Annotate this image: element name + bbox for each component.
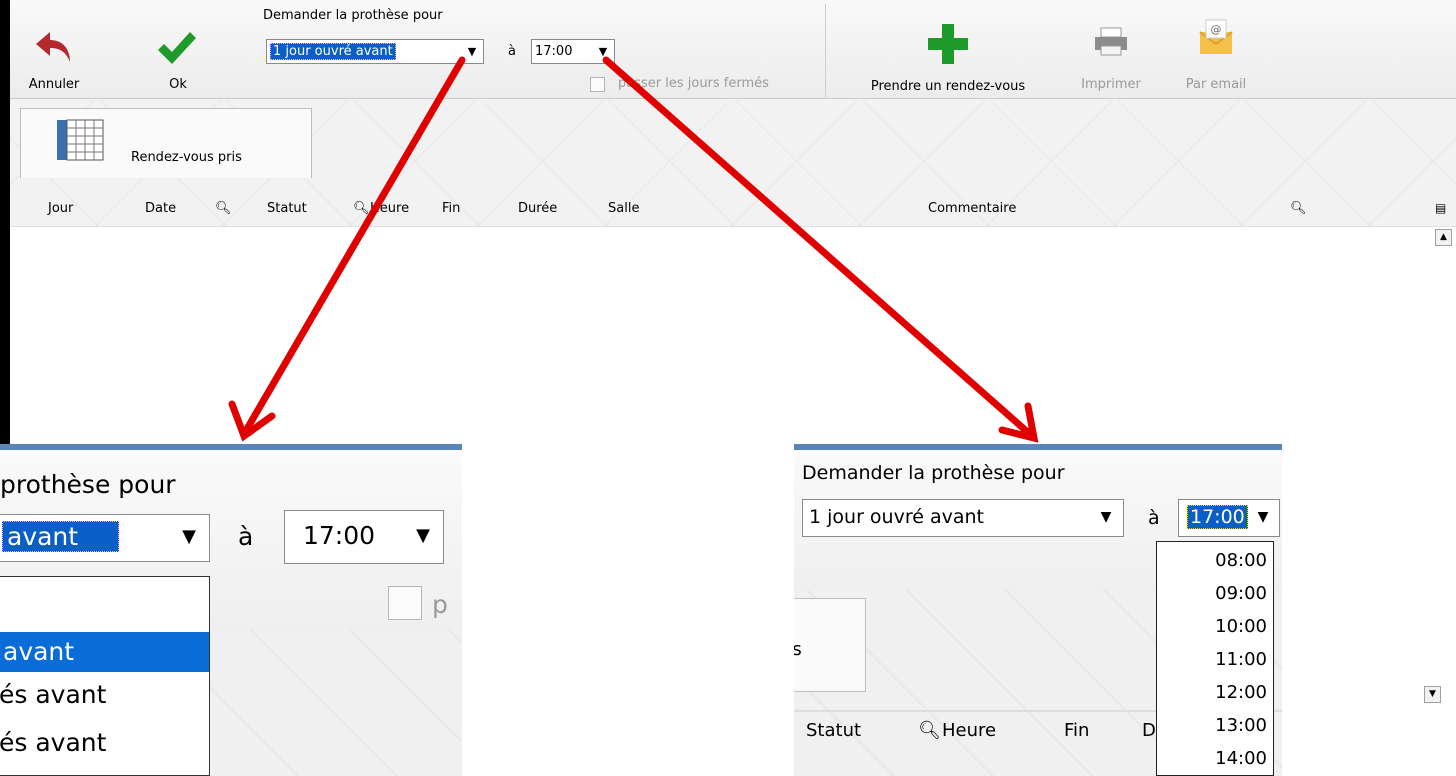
email-button[interactable]: @ Par email	[1176, 6, 1256, 92]
search-icon[interactable]: 🔍︎	[1290, 201, 1307, 216]
time-option[interactable]: 14:00	[1157, 748, 1273, 774]
zoom-delay-select[interactable]: avant ▼	[0, 514, 210, 562]
time-option[interactable]: 08:00	[1157, 550, 1273, 576]
chevron-down-icon: ▼	[467, 45, 477, 58]
column-chooser-icon[interactable]: ▤	[1435, 201, 1446, 215]
zoom-skip-checkbox[interactable]	[388, 586, 422, 620]
toolbar: Annuler Ok Demander la prothèse pour 1 j…	[10, 0, 1456, 99]
table-header: Jour Date 🔍︎ Statut 🔍︎ Heure Fin Durée S…	[10, 198, 1456, 226]
zoom-callout-time: Demander la prothèse pour 1 jour ouvré a…	[794, 444, 1282, 776]
zoom-col-heure: Heure	[942, 720, 997, 741]
search-icon[interactable]: 🔍︎	[353, 201, 370, 216]
tab-label: Rendez-vous pris	[131, 150, 242, 165]
chevron-down-icon: ▼	[1100, 509, 1112, 525]
time-select[interactable]: 17:00 ▼	[531, 39, 615, 64]
zoom-time-select[interactable]: 17:00 ▼	[284, 510, 444, 564]
delay-dropdown-list[interactable]: avant és avant és avant	[0, 576, 210, 776]
zoom-skip-label: p	[432, 590, 448, 619]
time-option[interactable]: 09:00	[1157, 583, 1273, 609]
col-commentaire[interactable]: Commentaire	[928, 201, 1016, 216]
time-option[interactable]: 10:00	[1157, 616, 1273, 642]
delay-option[interactable]: és avant	[0, 675, 209, 715]
at-label: à	[508, 44, 516, 59]
print-button[interactable]: Imprimer	[1076, 6, 1146, 92]
search-icon[interactable]: 🔍︎	[918, 720, 941, 741]
cancel-button[interactable]: Annuler	[24, 6, 84, 92]
zoom-time-value: 17:00	[303, 521, 376, 550]
chevron-down-icon: ▼	[1257, 509, 1269, 525]
col-jour[interactable]: Jour	[48, 201, 73, 216]
take-appointment-button[interactable]: Prendre un rendez-vous	[848, 6, 1048, 94]
print-label: Imprimer	[1081, 77, 1141, 92]
zoom-at-label: à	[1148, 507, 1160, 529]
svg-text:@: @	[1211, 23, 1222, 36]
ok-label: Ok	[169, 77, 187, 92]
delay-option-selected[interactable]: avant	[0, 632, 209, 672]
zoom-heading: Demander la prothèse pour	[802, 462, 1065, 484]
delay-select[interactable]: 1 jour ouvré avant ▼	[266, 39, 484, 64]
zoom-heading: prothèse pour	[0, 470, 176, 499]
email-label: Par email	[1185, 77, 1247, 92]
chevron-down-icon: ▼	[416, 525, 430, 546]
zoom-time-value: 17:00	[1187, 505, 1248, 529]
checkmark-icon	[158, 32, 196, 64]
tab-appointments[interactable]: Rendez-vous pris	[20, 108, 312, 178]
ok-button[interactable]: Ok	[150, 6, 206, 92]
col-salle[interactable]: Salle	[608, 201, 639, 216]
scroll-down-icon[interactable]: ▼	[1424, 686, 1441, 703]
request-label: Demander la prothèse pour	[263, 8, 443, 23]
cancel-label: Annuler	[28, 77, 80, 92]
zoom-tab-label: ris	[794, 639, 802, 660]
zoom-callout-delay: prothèse pour avant ▼ à 17:00 ▼ p avant …	[0, 444, 462, 776]
col-heure[interactable]: Heure	[370, 201, 409, 216]
chevron-down-icon: ▼	[598, 45, 608, 58]
time-option[interactable]: 11:00	[1157, 649, 1273, 675]
zoom-tab[interactable]: ris	[794, 598, 866, 692]
zoom-delay-value: 1 jour ouvré avant	[809, 506, 984, 528]
col-statut[interactable]: Statut	[267, 201, 307, 216]
time-option[interactable]: 13:00	[1157, 715, 1273, 741]
chevron-down-icon: ▼	[182, 526, 196, 547]
time-option[interactable]: 12:00	[1157, 682, 1273, 708]
calendar-icon	[57, 119, 104, 161]
zoom-delay-select[interactable]: 1 jour ouvré avant ▼	[802, 499, 1124, 537]
plus-icon	[928, 24, 968, 64]
delay-option[interactable]	[0, 577, 209, 617]
time-value: 17:00	[535, 44, 573, 59]
scroll-up-icon[interactable]: ▲	[1435, 229, 1452, 246]
zoom-col-partial: D	[1142, 720, 1156, 741]
delay-value: 1 jour ouvré avant	[270, 43, 396, 60]
skip-closed-checkbox[interactable]	[590, 77, 605, 92]
zoom-time-select[interactable]: 17:00 ▼	[1178, 499, 1280, 537]
skip-closed-label: passer les jours fermés	[618, 76, 769, 91]
email-envelope-icon: @	[1199, 19, 1233, 54]
take-appointment-label: Prendre un rendez-vous	[870, 79, 1026, 94]
undo-arrow-icon	[36, 32, 70, 62]
time-dropdown-list[interactable]: 08:00 09:00 10:00 11:00 12:00 13:00 14:0…	[1156, 541, 1274, 776]
zoom-at-label: à	[238, 522, 254, 551]
col-fin[interactable]: Fin	[442, 201, 460, 216]
zoom-col-statut: Statut	[806, 720, 862, 741]
search-icon[interactable]: 🔍︎	[215, 201, 232, 216]
zoom-delay-value: avant	[2, 521, 120, 552]
delay-option[interactable]: és avant	[0, 723, 209, 763]
printer-icon	[1095, 27, 1127, 56]
col-date[interactable]: Date	[145, 201, 176, 216]
zoom-col-fin: Fin	[1064, 720, 1090, 741]
toolbar-divider	[825, 4, 826, 98]
col-duree[interactable]: Durée	[518, 201, 557, 216]
